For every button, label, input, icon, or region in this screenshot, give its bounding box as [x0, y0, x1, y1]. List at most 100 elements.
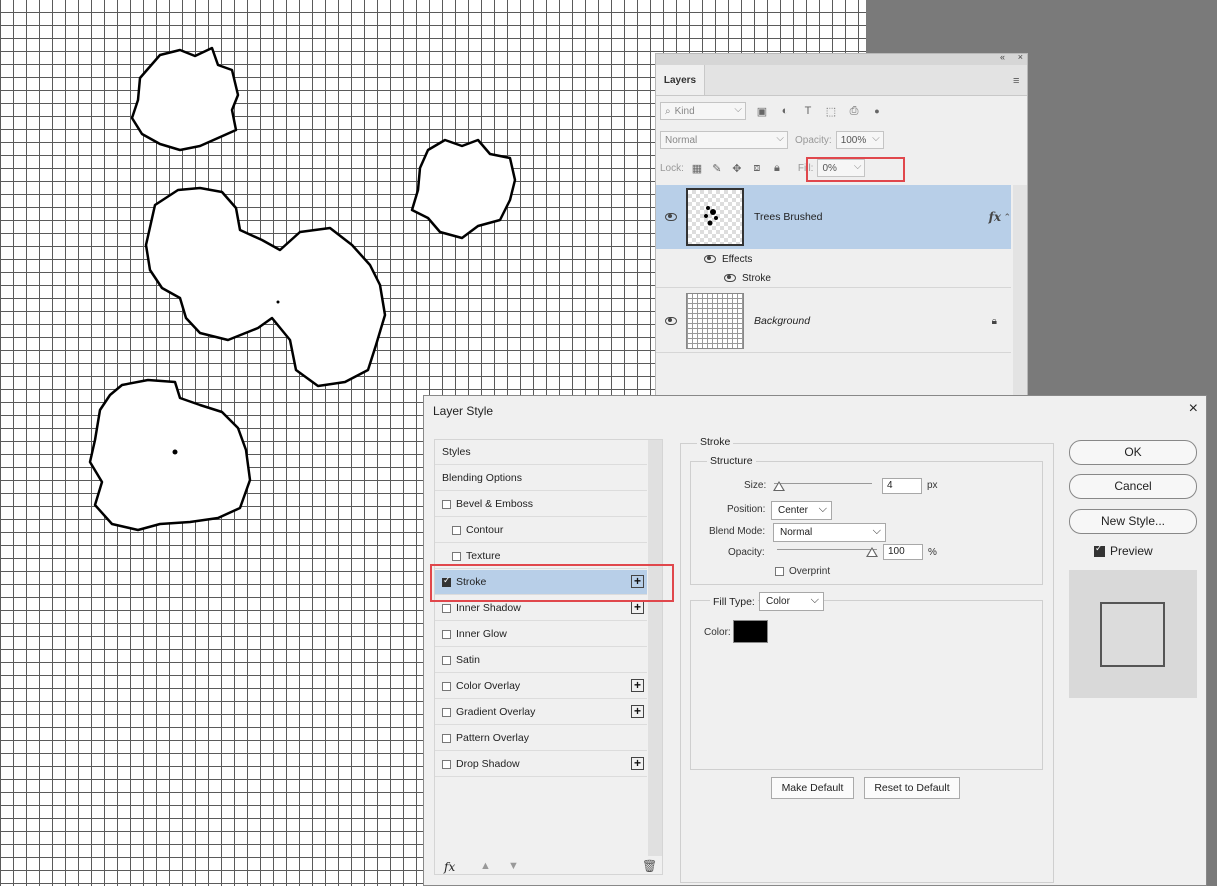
- fx-icon[interactable]: fx: [989, 210, 1001, 224]
- tab-layers[interactable]: Layers: [656, 65, 705, 95]
- reset-to-default-button[interactable]: Reset to Default: [864, 777, 960, 799]
- effect-stroke-row[interactable]: Stroke: [656, 268, 1011, 288]
- type-filter-icon[interactable]: T: [801, 104, 815, 118]
- overprint-label: Overprint: [789, 566, 831, 577]
- chevron-down-icon: ⌵: [810, 594, 819, 606]
- structure-title: Structure: [707, 455, 756, 467]
- add-plus-icon[interactable]: +: [631, 601, 644, 614]
- cancel-button[interactable]: Cancel: [1069, 474, 1197, 499]
- color-label: Color:: [704, 627, 731, 638]
- filter-toggle-icon[interactable]: ●: [870, 104, 884, 118]
- layer-name: Background: [754, 315, 811, 327]
- style-item-label: Color Overlay: [456, 680, 521, 692]
- style-item-gradient-overlay[interactable]: Gradient Overlay +: [435, 700, 647, 725]
- visibility-eye-icon[interactable]: [665, 317, 677, 325]
- filter-row: ⌕ Kind ⌵ ▣ ◐ T ⬚ ⎙ ●: [660, 102, 884, 120]
- chevron-up-icon[interactable]: ⌃: [1003, 212, 1011, 223]
- tree-outline-4: [88, 378, 252, 532]
- checkbox[interactable]: [442, 759, 451, 769]
- checkbox[interactable]: [442, 655, 451, 665]
- style-item-blending-options[interactable]: Blending Options: [435, 466, 647, 491]
- size-slider-thumb[interactable]: [773, 481, 785, 491]
- style-item-contour[interactable]: Contour: [435, 518, 647, 543]
- effects-label: Effects: [722, 253, 753, 265]
- preview-option[interactable]: Preview: [1094, 543, 1153, 558]
- add-plus-icon[interactable]: +: [631, 679, 644, 692]
- layer-row-background[interactable]: Background 🔒︎: [656, 290, 1011, 352]
- adjustment-filter-icon[interactable]: ◐: [778, 104, 792, 118]
- style-item-inner-glow[interactable]: Inner Glow: [435, 622, 647, 647]
- move-up-icon[interactable]: ▲: [480, 860, 491, 872]
- checkbox[interactable]: [452, 551, 461, 561]
- opacity-slider-thumb[interactable]: [866, 547, 878, 557]
- image-filter-icon[interactable]: ▣: [755, 104, 769, 118]
- fill-type-select[interactable]: Color ⌵: [759, 592, 824, 611]
- checkbox[interactable]: [442, 733, 451, 743]
- overprint-option[interactable]: Overprint: [775, 566, 830, 577]
- stroke-highlight-box: [430, 564, 674, 602]
- opacity-slider-track[interactable]: [777, 549, 877, 550]
- style-item-color-overlay[interactable]: Color Overlay +: [435, 674, 647, 699]
- new-style-button[interactable]: New Style...: [1069, 509, 1197, 534]
- dialog-title: Layer Style: [433, 404, 494, 418]
- smart-object-filter-icon[interactable]: ⎙: [847, 104, 861, 118]
- trash-icon[interactable]: 🗑︎: [642, 859, 657, 873]
- layer-thumbnail: [686, 188, 744, 246]
- lock-artboard-icon[interactable]: ⧈: [750, 161, 764, 175]
- style-item-bevel-emboss[interactable]: Bevel & Emboss: [435, 492, 647, 517]
- position-label: Position:: [727, 504, 766, 515]
- make-default-button[interactable]: Make Default: [771, 777, 854, 799]
- add-plus-icon[interactable]: +: [631, 757, 644, 770]
- lock-all-icon[interactable]: 🔒︎: [770, 161, 784, 175]
- visibility-eye-icon[interactable]: [724, 274, 736, 282]
- collapse-icon[interactable]: «: [1000, 52, 1005, 62]
- blend-mode-select[interactable]: Normal ⌵: [660, 131, 788, 149]
- blend-mode-label: Blend Mode:: [709, 526, 766, 537]
- layer-row-trees-brushed[interactable]: Trees Brushed fx ⌃: [656, 185, 1011, 249]
- overprint-checkbox[interactable]: [775, 567, 784, 576]
- style-item-drop-shadow[interactable]: Drop Shadow +: [435, 752, 647, 777]
- checkbox[interactable]: [452, 525, 461, 535]
- checkbox[interactable]: [442, 499, 451, 509]
- visibility-eye-icon[interactable]: [704, 255, 716, 263]
- close-icon[interactable]: ×: [1189, 400, 1198, 418]
- position-select[interactable]: Center ⌵: [771, 501, 832, 520]
- checkbox[interactable]: [442, 629, 451, 639]
- shape-filter-icon[interactable]: ⬚: [824, 104, 838, 118]
- move-down-icon[interactable]: ▼: [508, 860, 519, 872]
- opacity-input[interactable]: 100: [883, 544, 923, 560]
- style-item-label: Inner Glow: [456, 628, 507, 640]
- lock-transparent-icon[interactable]: ▦: [690, 161, 704, 175]
- size-slider-track[interactable]: [774, 483, 872, 484]
- lock-brush-icon[interactable]: ✎: [710, 161, 724, 175]
- style-item-satin[interactable]: Satin: [435, 648, 647, 673]
- add-plus-icon[interactable]: +: [631, 705, 644, 718]
- effects-row[interactable]: Effects: [656, 249, 1011, 269]
- panel-tab-row: Layers ≡: [656, 65, 1027, 96]
- chevron-down-icon: ⌵: [734, 104, 742, 115]
- effect-stroke-label: Stroke: [742, 272, 771, 284]
- style-item-label: Texture: [466, 550, 501, 562]
- lock-move-icon[interactable]: ✥: [730, 161, 744, 175]
- preview-checkbox[interactable]: [1094, 543, 1105, 557]
- fx-menu-icon[interactable]: fx: [444, 860, 455, 874]
- visibility-eye-icon[interactable]: [665, 213, 677, 221]
- styles-scrollbar[interactable]: [648, 440, 662, 856]
- style-item-pattern-overlay[interactable]: Pattern Overlay: [435, 726, 647, 751]
- blend-mode-select[interactable]: Normal ⌵: [773, 523, 886, 542]
- style-item-styles[interactable]: Styles: [435, 440, 647, 465]
- opacity-input[interactable]: 100% ⌵: [835, 131, 884, 149]
- size-input[interactable]: 4: [882, 478, 922, 494]
- filter-kind-select[interactable]: ⌕ Kind ⌵: [660, 102, 746, 120]
- style-item-label: Bevel & Emboss: [456, 498, 534, 510]
- close-panel-icon[interactable]: ×: [1018, 52, 1023, 62]
- color-swatch[interactable]: [733, 620, 768, 643]
- checkbox[interactable]: [442, 681, 451, 691]
- panel-menu-icon[interactable]: ≡: [1013, 75, 1023, 87]
- checkbox[interactable]: [442, 707, 451, 717]
- divider: [656, 352, 1011, 353]
- ok-button[interactable]: OK: [1069, 440, 1197, 465]
- checkbox[interactable]: [442, 603, 451, 613]
- opacity-label: Opacity:: [728, 547, 765, 558]
- style-item-label: Inner Shadow: [456, 602, 521, 614]
